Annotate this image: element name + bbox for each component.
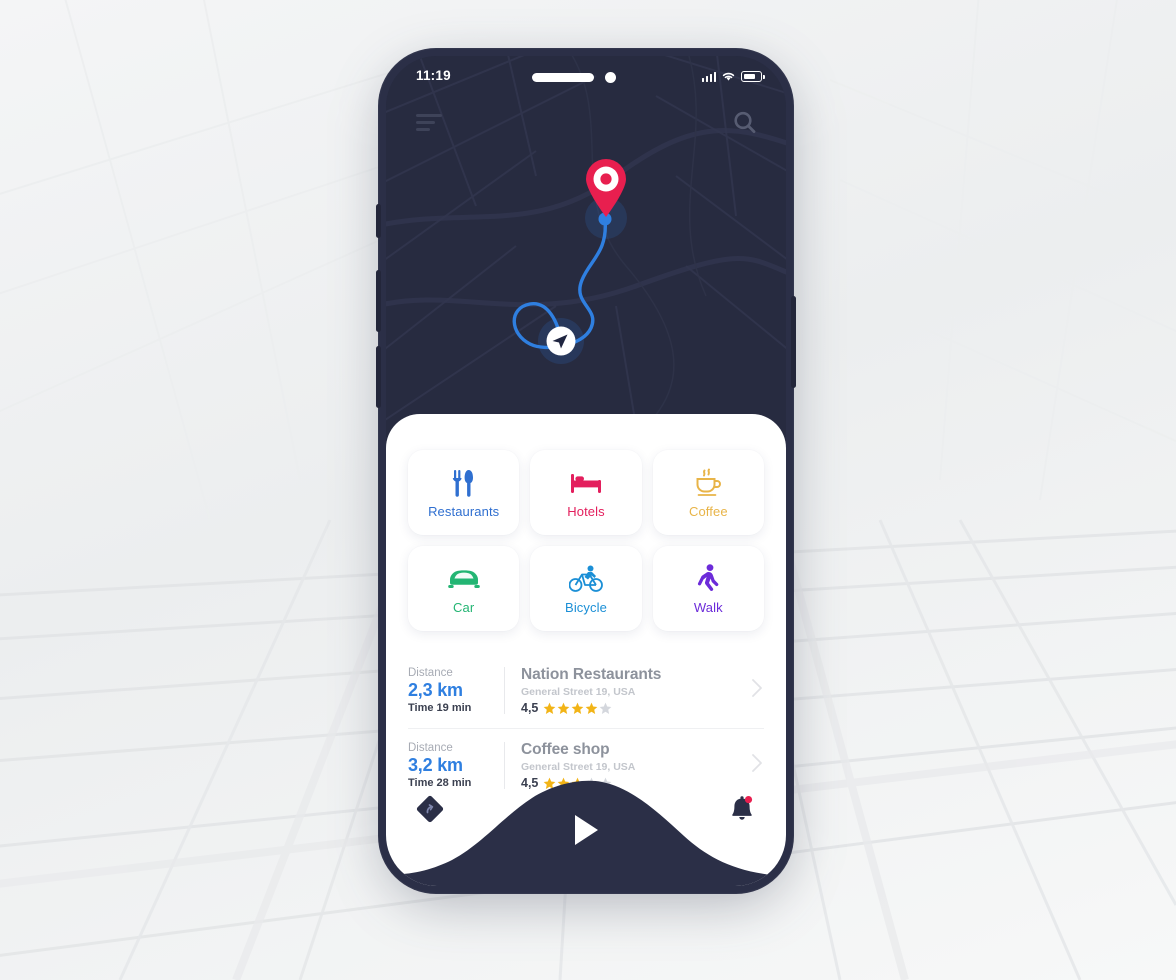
- star-rating: [543, 702, 612, 715]
- star-icon: [586, 702, 598, 714]
- place-info-column: Nation Restaurants General Street 19, US…: [505, 666, 744, 715]
- navigation-arrow-icon[interactable]: [539, 319, 583, 363]
- chevron-right-icon[interactable]: [750, 752, 764, 779]
- rating-value: 4,5: [521, 701, 539, 715]
- distance-label: Distance: [408, 742, 453, 754]
- distance-value: 2,3 km: [408, 680, 463, 700]
- chevron-right-icon[interactable]: [750, 677, 764, 704]
- wifi-icon: [722, 72, 735, 81]
- star-icon: [558, 702, 570, 714]
- distance-column: Distance 2,3 km Time 19 min: [408, 667, 505, 714]
- place-address: General Street 19, USA: [521, 761, 636, 773]
- status-bar-time: 11:19: [416, 68, 451, 83]
- search-icon[interactable]: [730, 108, 760, 138]
- bottom-navigation-bar: [386, 778, 786, 886]
- walking-person-icon: [696, 563, 720, 595]
- category-tile-bicycle[interactable]: Bicycle: [530, 546, 642, 631]
- category-label: Restaurants: [428, 503, 500, 519]
- place-name: Nation Restaurants: [521, 666, 662, 683]
- star-icon: [600, 702, 612, 714]
- category-label: Hotels: [567, 503, 605, 519]
- bed-icon: [570, 467, 602, 499]
- coffee-cup-icon: [693, 467, 723, 499]
- status-bar-indicators: [701, 70, 765, 82]
- status-bar: 11:19: [386, 56, 786, 100]
- place-address: General Street 19, USA: [521, 686, 636, 698]
- category-tile-walk[interactable]: Walk: [652, 546, 764, 631]
- signal-bars-icon: [701, 71, 716, 82]
- phone-volume-up-button[interactable]: [376, 270, 381, 332]
- phone-speaker-notch: [532, 73, 594, 82]
- category-tile-coffee[interactable]: Coffee: [652, 450, 764, 535]
- category-label: Walk: [693, 599, 723, 615]
- category-tile-car[interactable]: Car: [408, 546, 520, 631]
- map-pin-icon[interactable]: [583, 158, 629, 218]
- phone-body: 11:19 Restaurants Hotels Coffee Car Bicy…: [376, 48, 796, 894]
- phone-power-button[interactable]: [791, 296, 796, 388]
- star-icon: [544, 702, 556, 714]
- hamburger-menu-icon[interactable]: [416, 114, 446, 136]
- bell-notification-icon[interactable]: [725, 792, 759, 826]
- cutlery-icon: [451, 467, 477, 499]
- phone-mockup: 11:19 Restaurants Hotels Coffee Car Bicy…: [376, 48, 796, 904]
- phone-front-camera: [605, 72, 616, 83]
- phone-screen: 11:19 Restaurants Hotels Coffee Car Bicy…: [386, 56, 786, 886]
- distance-value: 3,2 km: [408, 755, 463, 775]
- table-row[interactable]: Distance 2,3 km Time 19 min Nation Resta…: [408, 654, 764, 729]
- phone-volume-down-button[interactable]: [376, 346, 381, 408]
- category-grid: Restaurants Hotels Coffee Car Bicycle Wa…: [408, 450, 764, 631]
- route-diamond-icon[interactable]: [413, 792, 447, 826]
- phone-silent-switch[interactable]: [376, 204, 381, 238]
- rating-row: 4,5: [521, 701, 744, 715]
- play-triangle-icon[interactable]: [564, 808, 608, 852]
- battery-icon: [741, 71, 765, 82]
- category-label: Bicycle: [565, 599, 607, 615]
- map-view[interactable]: 11:19: [386, 56, 786, 426]
- bicycle-icon: [568, 563, 603, 595]
- distance-label: Distance: [408, 667, 453, 679]
- category-label: Coffee: [688, 503, 728, 519]
- car-icon: [447, 563, 481, 595]
- category-tile-restaurants[interactable]: Restaurants: [408, 450, 520, 535]
- place-name: Coffee shop: [521, 741, 610, 758]
- travel-time: Time 19 min: [408, 702, 472, 714]
- map-top-bar: [386, 100, 786, 150]
- bottom-sheet: Restaurants Hotels Coffee Car Bicycle Wa…: [386, 414, 786, 886]
- category-tile-hotels[interactable]: Hotels: [530, 450, 642, 535]
- star-icon: [572, 702, 584, 714]
- category-label: Car: [453, 599, 475, 615]
